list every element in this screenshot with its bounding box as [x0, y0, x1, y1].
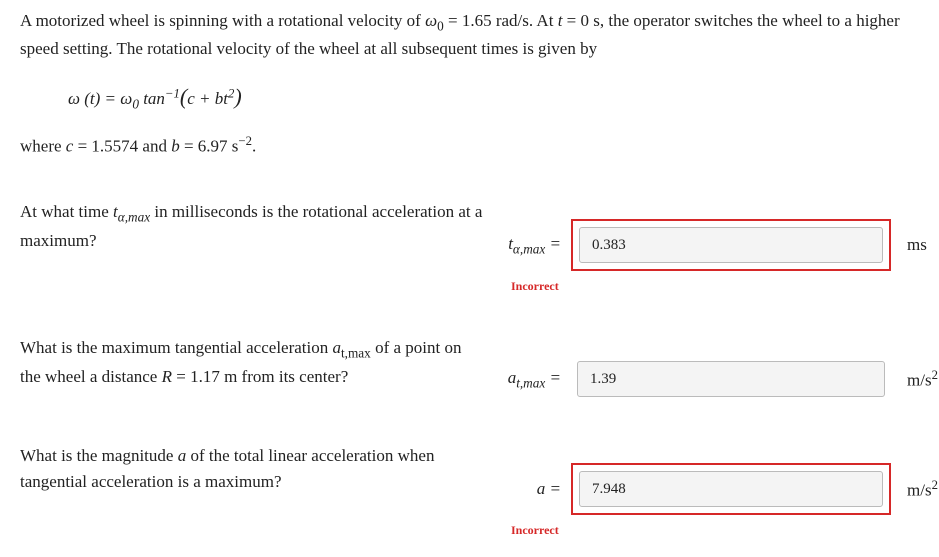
q1-prompt-pre: At what time [20, 202, 113, 221]
omega0-sub: 0 [437, 18, 444, 33]
q2-unit-base: m/s [907, 370, 932, 389]
q2-input[interactable] [577, 361, 885, 397]
q2-answer-row: at,max = m/s2 [505, 355, 939, 403]
formula-lhs-arg: (t) = [80, 89, 120, 108]
b-end: . [252, 137, 256, 156]
omega0-eq: = 1.65 rad/s. At [444, 11, 558, 30]
q1-answer-area: tα,max = ms Incorrect [505, 199, 939, 295]
formula-lhs-var: ω [68, 89, 80, 108]
b-exp: −2 [238, 134, 252, 148]
b-eq: = 6.97 s [180, 137, 239, 156]
q3-prompt-pre: What is the magnitude [20, 446, 178, 465]
q3-label-eq: = [545, 479, 561, 498]
formula-func: tan [139, 89, 165, 108]
q3-input[interactable] [579, 471, 883, 507]
q2-label: at,max = [505, 365, 561, 393]
q2-r-var: R [162, 367, 172, 386]
q2-prompt-pre: What is the maximum tangential accelerat… [20, 338, 333, 357]
q3-label-var: a [537, 479, 546, 498]
q3-answer-row: a = m/s2 [505, 463, 939, 515]
q2-prompt-sub: t,max [341, 346, 371, 361]
q1-unit: ms [901, 232, 939, 258]
constants-pre: where [20, 137, 66, 156]
q2-label-eq: = [545, 368, 561, 387]
q2-prompt: What is the maximum tangential accelerat… [20, 335, 505, 389]
q2-label-sub: t,max [516, 375, 545, 390]
q2-unit-exp: 2 [932, 368, 938, 382]
q1-answer-row: tα,max = ms [505, 219, 939, 271]
q1-prompt-sub: α,max [118, 210, 150, 225]
problem-intro: A motorized wheel is spinning with a rot… [20, 8, 939, 62]
q3-label: a = [505, 476, 561, 502]
formula-exp: −1 [165, 86, 180, 100]
q1-label-eq: = [545, 234, 561, 253]
q3-unit-base: m/s [907, 480, 932, 499]
q3-answer-area: a = m/s2 Incorrect [505, 443, 939, 539]
question-2: What is the maximum tangential accelerat… [20, 335, 939, 403]
q1-feedback: Incorrect [511, 277, 939, 295]
q3-input-wrap [571, 463, 891, 515]
q1-label: tα,max = [505, 231, 561, 259]
q1-prompt: At what time tα,max in milliseconds is t… [20, 199, 505, 253]
q3-prompt: What is the magnitude a of the total lin… [20, 443, 505, 494]
intro-text: A motorized wheel is spinning with a rot… [20, 11, 425, 30]
formula-close: ) [234, 84, 241, 109]
q3-unit-exp: 2 [932, 478, 938, 492]
formula-rhs-coeff: ω [120, 89, 132, 108]
q2-label-var: a [508, 368, 517, 387]
omega0-var: ω [425, 11, 437, 30]
q1-input[interactable] [579, 227, 883, 263]
formula-rhs-sub: 0 [132, 96, 139, 111]
q2-prompt-var: a [333, 338, 342, 357]
question-1: At what time tα,max in milliseconds is t… [20, 199, 939, 295]
q2-unit: m/s2 [901, 366, 939, 393]
q2-input-wrap [571, 355, 891, 403]
question-3: What is the magnitude a of the total lin… [20, 443, 939, 539]
q3-feedback: Incorrect [511, 521, 939, 539]
constants-line: where c = 1.5574 and b = 6.97 s−2. [20, 132, 939, 159]
q3-unit: m/s2 [901, 476, 939, 503]
q3-prompt-var: a [178, 446, 187, 465]
q2-answer-area: at,max = m/s2 [505, 335, 939, 403]
q1-input-wrap [571, 219, 891, 271]
q1-label-sub: α,max [513, 241, 545, 256]
formula-inner: c + bt [187, 89, 228, 108]
b-var: b [171, 137, 180, 156]
c-eq: = 1.5574 and [73, 137, 171, 156]
q2-r-eq: = 1.17 m from its center? [172, 367, 348, 386]
formula: ω (t) = ω0 tan−1(c + bt2) [68, 80, 939, 114]
